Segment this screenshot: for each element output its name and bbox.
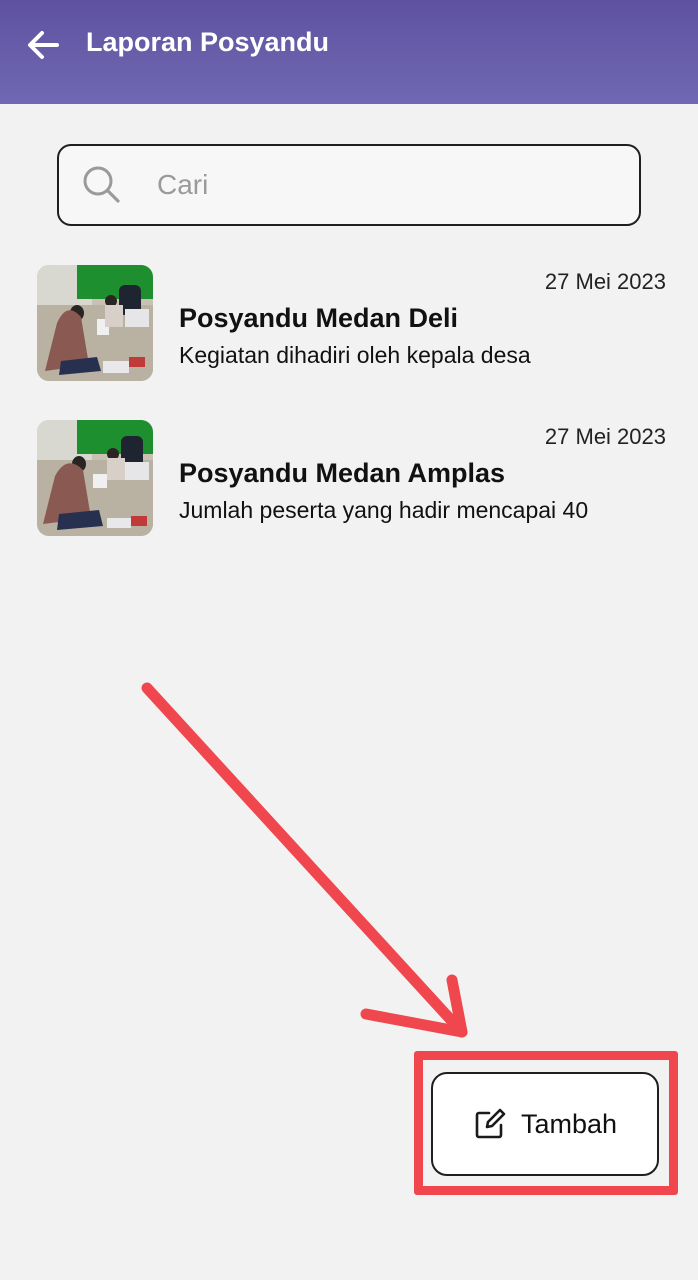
page-title: Laporan Posyandu [86,27,330,57]
add-button-label: Tambah [520,1108,618,1139]
add-report-button[interactable]: Tambah [431,1072,659,1176]
report-title: Posyandu Medan Amplas [179,458,506,488]
search-box[interactable] [57,144,641,226]
report-title: Posyandu Medan Deli [179,303,459,333]
search-icon [83,166,120,203]
report-date: 27 Mei 2023 [544,269,666,294]
report-date: 27 Mei 2023 [544,424,666,449]
arrow-left-icon [28,31,59,59]
search-input[interactable] [155,164,619,206]
back-button[interactable] [20,22,66,68]
report-photo [37,420,153,536]
report-description: Jumlah peserta yang hadir mencapai 40 [179,497,589,523]
report-list-item[interactable]: 27 Mei 2023 Posyandu Medan Amplas Jumlah… [0,420,698,540]
report-list-item[interactable]: 27 Mei 2023 Posyandu Medan Deli Kegiatan… [0,265,698,385]
report-photo [37,265,153,381]
report-description: Kegiatan dihadiri oleh kepala desa [179,342,531,368]
app-bar: Laporan Posyandu [0,0,698,104]
edit-icon [475,1108,506,1139]
